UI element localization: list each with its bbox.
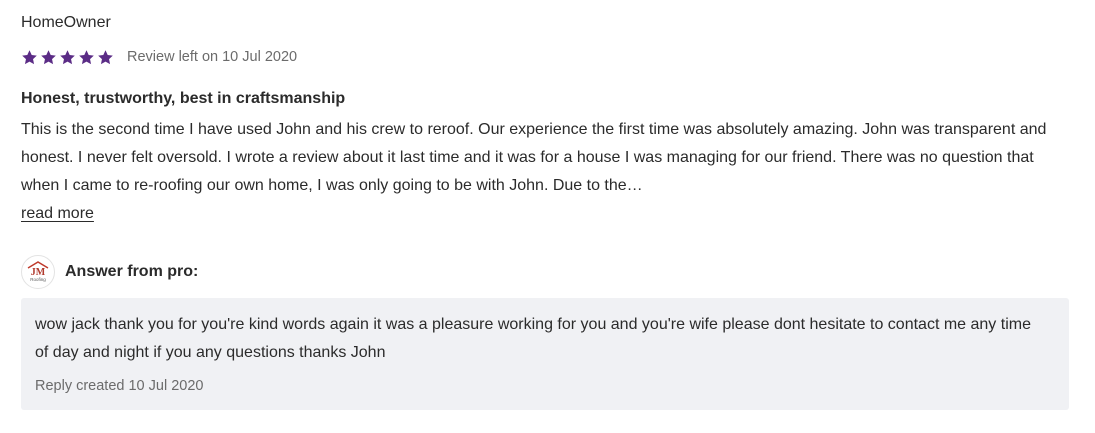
logo-subtext: Roofing	[30, 277, 46, 282]
pro-logo: JM Roofing	[21, 255, 55, 289]
answer-header: JM Roofing Answer from pro:	[21, 255, 198, 289]
rating-row: Review left on 10 Jul 2020	[21, 46, 297, 68]
review-date: Review left on 10 Jul 2020	[127, 49, 298, 65]
star-icon	[22, 49, 37, 64]
roofing-logo-icon: JM Roofing	[27, 261, 49, 282]
star-icon	[60, 49, 75, 64]
star-icon	[79, 49, 94, 64]
review-title: Honest, trustworthy, best in craftsmansh…	[21, 90, 346, 107]
read-more-link[interactable]: read more	[21, 203, 94, 225]
answer-text: wow jack thank you for you're kind words…	[35, 316, 1031, 361]
answer-label: Answer from pro:	[65, 263, 199, 280]
reply-date: Reply created 10 Jul 2020	[35, 378, 204, 394]
star-icon	[41, 49, 56, 64]
reviewer-name: HomeOwner	[21, 14, 111, 31]
star-rating	[21, 49, 116, 66]
star-icon	[98, 49, 113, 64]
review-body: This is the second time I have used John…	[21, 121, 1047, 194]
answer-box: wow jack thank you for you're kind words…	[21, 298, 1069, 410]
